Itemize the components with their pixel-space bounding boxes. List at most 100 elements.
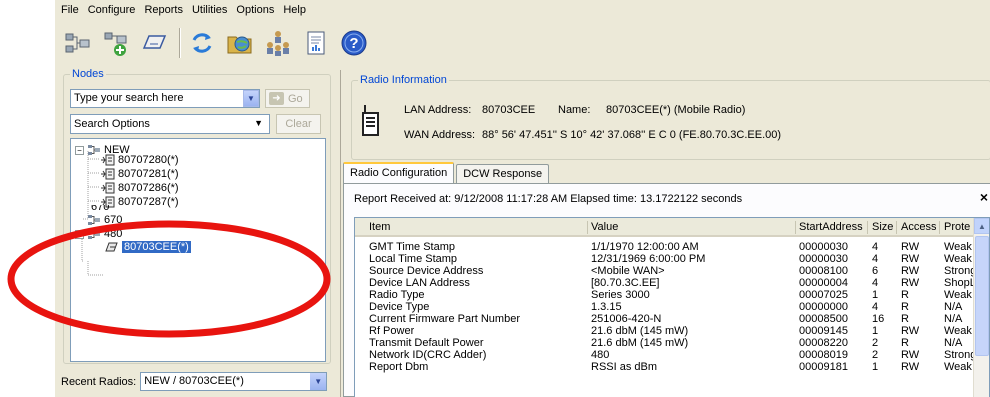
network-add-button[interactable] [61,26,95,60]
cell-value: 21.6 dbM (145 mW) [591,326,689,337]
table-row[interactable]: Radio Type Series 3000 00007025 1 R Weak [355,290,975,301]
tree-node-80703cee[interactable]: 80703CEE(*) [105,240,191,254]
report-button[interactable] [299,26,333,60]
tree-node-80707286[interactable]: 80707286(*) [101,181,179,195]
go-button[interactable]: ➜ Go [265,89,310,108]
cell-value: 480 [591,350,610,361]
card-button[interactable] [137,26,171,60]
menu-file[interactable]: File [61,4,79,16]
menu-options[interactable]: Options [236,4,274,16]
tab-dcw-response[interactable]: DCW Response [456,164,550,183]
column-item[interactable]: Item [369,221,390,233]
folder-icon [227,36,252,54]
column-protection[interactable]: Prote [944,221,976,233]
app-window: File Configure Reports Utilities Options… [55,0,990,397]
search-input[interactable]: Type your search here [70,89,260,108]
wan-address-label: WAN Address: [404,129,476,141]
hierarchy-icon [267,31,289,56]
column-divider[interactable] [587,221,588,234]
cell-access: R [901,290,909,301]
cell-access: RW [901,266,920,277]
tree-node-80707280[interactable]: 80707280(*) [101,153,179,167]
tree-node-label: 80707287(*) [118,196,179,208]
table-row[interactable]: Network ID(CRC Adder) 480 00008019 2 RW Stron… [355,350,975,361]
cell-value: 21.6 dbM (145 mW) [591,338,689,349]
cell-start-address: 00009145 [799,326,848,337]
wan-address-value: 88° 56' 47.451'' S 10° 42' 37.068'' E C … [482,129,782,141]
table-row[interactable]: GMT Time Stamp 1/1/1970 12:00:00 AM 000000… [355,242,975,253]
search-dropdown-button[interactable]: ▼ [243,90,259,107]
folder-button[interactable] [223,26,257,60]
column-size[interactable]: Size [872,221,893,233]
cell-size: 4 [872,302,879,313]
cell-item: Transmit Default Power [369,338,484,349]
scrollbar-thumb[interactable] [975,236,989,356]
cell-size: 1 [872,326,879,337]
lan-address-label: LAN Address: [404,104,472,116]
column-divider[interactable] [867,221,868,234]
column-start-address[interactable]: StartAddress [799,221,863,233]
cell-size: 1 [872,362,879,373]
cell-start-address: 00008500 [799,314,848,325]
column-divider[interactable] [896,221,897,234]
tree-node-480[interactable]: − 480 [75,227,122,241]
tab-radio-configuration[interactable]: Radio Configuration [343,162,455,183]
arrow-right-icon: ➜ [269,92,284,105]
tree-node-label: 480 [104,228,123,240]
cell-item: Radio Type [369,290,425,301]
menu-reports[interactable]: Reports [144,4,183,16]
report-status: Report Received at: 9/12/2008 11:17:28 A… [354,193,743,205]
table-row[interactable]: Rf Power 21.6 dbM (145 mW) 00009145 1 RW Weak [355,326,975,337]
options-row: Search Options ▼ Clear [70,114,321,134]
clear-button[interactable]: Clear [276,114,321,134]
network-plus-button[interactable] [99,26,133,60]
table-row[interactable]: Transmit Default Power 21.6 dbM (145 mW) 0… [355,338,975,349]
close-icon[interactable]: × [980,189,988,205]
column-divider[interactable] [939,221,940,234]
refresh-button[interactable] [185,26,219,60]
search-options-label: Search Options [74,118,150,130]
tree-node-80707281[interactable]: 80707281(*) [101,167,179,181]
recent-radios-select[interactable]: NEW / 80703CEE(*) ▼ [140,372,328,391]
cell-protection: N/A [944,302,963,313]
help-icon: ? [341,30,367,56]
go-label: Go [288,92,303,105]
table-row[interactable]: Source Device Address <Mobile WAN> 0000810… [355,266,975,277]
help-button[interactable]: ? [337,26,371,60]
cell-item: Device LAN Address [369,278,470,289]
cell-protection: Weak [944,326,972,337]
cell-item: Local Time Stamp [369,254,458,265]
collapse-icon[interactable]: − [75,229,84,239]
table-row[interactable]: Local Time Stamp 12/31/1969 6:00:00 PM 000… [355,254,975,265]
hierarchy-button[interactable] [261,26,295,60]
node-tree[interactable]: − NEW 80707280(*) 80707281(*) 80707286(*… [70,138,326,362]
grid-header: Item Value StartAddress Size Access Prot… [355,218,989,237]
tab-strip: Radio Configuration DCW Response [343,162,551,183]
chevron-down-icon[interactable]: ▼ [310,373,327,390]
table-row[interactable]: Device Type 1.3.15 00000000 4 R N/A [355,302,975,313]
menu-help[interactable]: Help [283,4,306,16]
tree-node-80707287[interactable]: 80707287(*) [101,195,179,209]
table-row[interactable]: Current Firmware Part Number 251006-420-N… [355,314,975,325]
column-value[interactable]: Value [591,221,618,233]
cell-protection: Weak [944,242,972,253]
cell-start-address: 00007025 [799,290,848,301]
table-row[interactable]: Device LAN Address [80.70.3C.EE] 00000004 4… [355,278,975,289]
search-options-select[interactable]: Search Options ▼ [70,114,270,134]
configuration-grid[interactable]: Item Value StartAddress Size Access Prot… [354,217,990,397]
vertical-scrollbar[interactable]: ▲ [973,218,989,397]
tree-node-670[interactable]: 670 [87,213,122,227]
menu-configure[interactable]: Configure [88,4,136,16]
cell-item: Device Type [369,302,430,313]
collapse-icon[interactable]: − [75,145,84,155]
scroll-up-icon[interactable]: ▲ [974,218,989,234]
menu-utilities[interactable]: Utilities [192,4,227,16]
cell-item: GMT Time Stamp [369,242,455,253]
network-icon [87,144,101,156]
column-access[interactable]: Access [901,221,936,233]
cell-protection: Weak [944,254,972,265]
network-add-icon [65,33,90,53]
column-divider[interactable] [795,221,796,234]
table-row[interactable]: Report Dbm RSSI as dBm 00009181 1 RW Weak [355,362,975,373]
cell-start-address: 00000004 [799,278,848,289]
